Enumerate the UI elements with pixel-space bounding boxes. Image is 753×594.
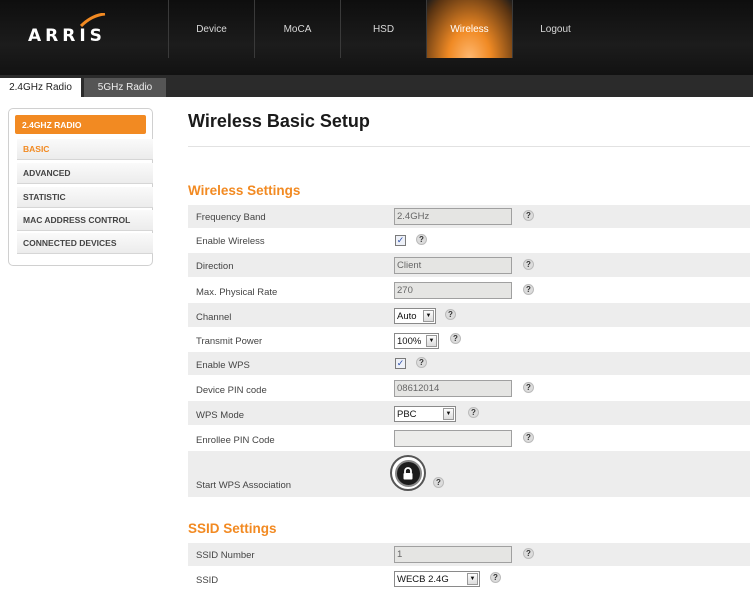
transmit-power-select[interactable]: 100% ▼ (394, 333, 439, 349)
start-wps-button[interactable] (390, 455, 426, 491)
sidebar-item-connected-devices[interactable]: CONNECTED DEVICES (17, 233, 153, 254)
channel-row: Channel Auto ▼ ? (188, 303, 750, 328)
ssid-row: SSID WECB 2.4G ▼ ? (188, 567, 750, 592)
help-icon[interactable]: ? (523, 548, 534, 559)
start-wps-row: Start WPS Association ? (188, 451, 750, 498)
arris-logo: ARRIS (28, 26, 106, 46)
device-pin-row: Device PIN code 08612014 ? (188, 376, 750, 401)
help-icon[interactable]: ? (450, 333, 461, 344)
top-header: ARRIS Device MoCA HSD Wireless Logout (0, 0, 753, 75)
nav-device[interactable]: Device (168, 0, 254, 58)
main-nav: Device MoCA HSD Wireless Logout (168, 0, 598, 58)
max-physical-rate-row: Max. Physical Rate 270 ? (188, 278, 750, 303)
transmit-power-label: Transmit Power (196, 336, 263, 347)
start-wps-label: Start WPS Association (196, 480, 292, 491)
enrollee-pin-input[interactable] (394, 430, 512, 447)
sidebar-item-mac-address-control[interactable]: MAC ADDRESS CONTROL (17, 210, 153, 231)
nav-hsd[interactable]: HSD (340, 0, 426, 58)
ssid-number-field: 1 (394, 546, 512, 563)
help-icon[interactable]: ? (468, 407, 479, 418)
help-icon[interactable]: ? (490, 572, 501, 583)
sidebar-item-basic[interactable]: BASIC (17, 139, 153, 160)
title-divider (188, 146, 750, 147)
transmit-power-row: Transmit Power 100% ▼ ? (188, 328, 750, 352)
sidebar-item-statistic[interactable]: STATISTIC (17, 187, 153, 208)
lock-glyph-icon (403, 466, 413, 479)
enable-wps-row: Enable WPS ✓ ? (188, 352, 750, 376)
max-physical-rate-field: 270 (394, 282, 512, 299)
lock-icon (394, 459, 422, 487)
enrollee-pin-label: Enrollee PIN Code (196, 435, 275, 446)
channel-label: Channel (196, 312, 232, 323)
transmit-power-value: 100% (397, 335, 422, 347)
help-icon[interactable]: ? (445, 309, 456, 320)
enable-wireless-checkbox[interactable]: ✓ (395, 235, 406, 246)
radio-tab-strip: 2.4GHz Radio 5GHz Radio (0, 75, 753, 97)
direction-field: Client (394, 257, 512, 274)
ssid-number-row: SSID Number 1 ? (188, 543, 750, 567)
help-icon[interactable]: ? (523, 432, 534, 443)
nav-logout[interactable]: Logout (512, 0, 598, 58)
direction-label: Direction (196, 261, 234, 272)
ssid-number-label: SSID Number (196, 550, 255, 561)
chevron-down-icon: ▼ (467, 573, 478, 585)
chevron-down-icon: ▼ (443, 408, 454, 420)
device-pin-label: Device PIN code (196, 385, 267, 396)
channel-value: Auto (397, 310, 417, 322)
ssid-value: WECB 2.4G (397, 573, 449, 585)
wireless-settings-heading: Wireless Settings (188, 183, 301, 198)
tab-5ghz-radio[interactable]: 5GHz Radio (84, 78, 166, 97)
help-icon[interactable]: ? (433, 477, 444, 488)
page-title: Wireless Basic Setup (188, 111, 370, 131)
device-pin-field: 08612014 (394, 380, 512, 397)
nav-moca[interactable]: MoCA (254, 0, 340, 58)
wps-mode-label: WPS Mode (196, 410, 245, 421)
sidebar-heading: 2.4GHZ RADIO (15, 115, 146, 134)
enable-wireless-row: Enable Wireless ✓ ? (188, 229, 750, 253)
help-icon[interactable]: ? (523, 382, 534, 393)
ssid-select[interactable]: WECB 2.4G ▼ (394, 571, 480, 587)
sidebar-item-advanced[interactable]: ADVANCED (17, 163, 153, 184)
wps-mode-select[interactable]: PBC ▼ (394, 406, 456, 422)
arris-swoosh-icon (80, 13, 106, 27)
wps-mode-value: PBC (397, 408, 417, 420)
enable-wps-label: Enable WPS (196, 360, 250, 371)
frequency-band-label: Frequency Band (196, 212, 266, 223)
tab-2-4ghz-radio[interactable]: 2.4GHz Radio (0, 78, 81, 97)
frequency-band-field: 2.4GHz (394, 208, 512, 225)
help-icon[interactable]: ? (523, 259, 534, 270)
nav-wireless[interactable]: Wireless (426, 0, 512, 58)
ssid-label: SSID (196, 575, 219, 586)
ssid-settings-heading: SSID Settings (188, 521, 277, 536)
chevron-down-icon: ▼ (423, 310, 434, 322)
chevron-down-icon: ▼ (426, 335, 437, 347)
enrollee-pin-row: Enrollee PIN Code ? (188, 426, 750, 451)
frequency-band-row: Frequency Band 2.4GHz ? (188, 205, 750, 229)
help-icon[interactable]: ? (416, 234, 427, 245)
wps-mode-row: WPS Mode PBC ▼ ? (188, 401, 750, 426)
direction-row: Direction Client ? (188, 253, 750, 278)
max-physical-rate-label: Max. Physical Rate (196, 287, 278, 298)
help-icon[interactable]: ? (523, 284, 534, 295)
enable-wps-checkbox[interactable]: ✓ (395, 358, 406, 369)
help-icon[interactable]: ? (523, 210, 534, 221)
help-icon[interactable]: ? (416, 357, 427, 368)
channel-select[interactable]: Auto ▼ (394, 308, 436, 324)
sidebar: 2.4GHZ RADIO BASIC ADVANCED STATISTIC MA… (8, 108, 153, 266)
enable-wireless-label: Enable Wireless (196, 236, 265, 247)
